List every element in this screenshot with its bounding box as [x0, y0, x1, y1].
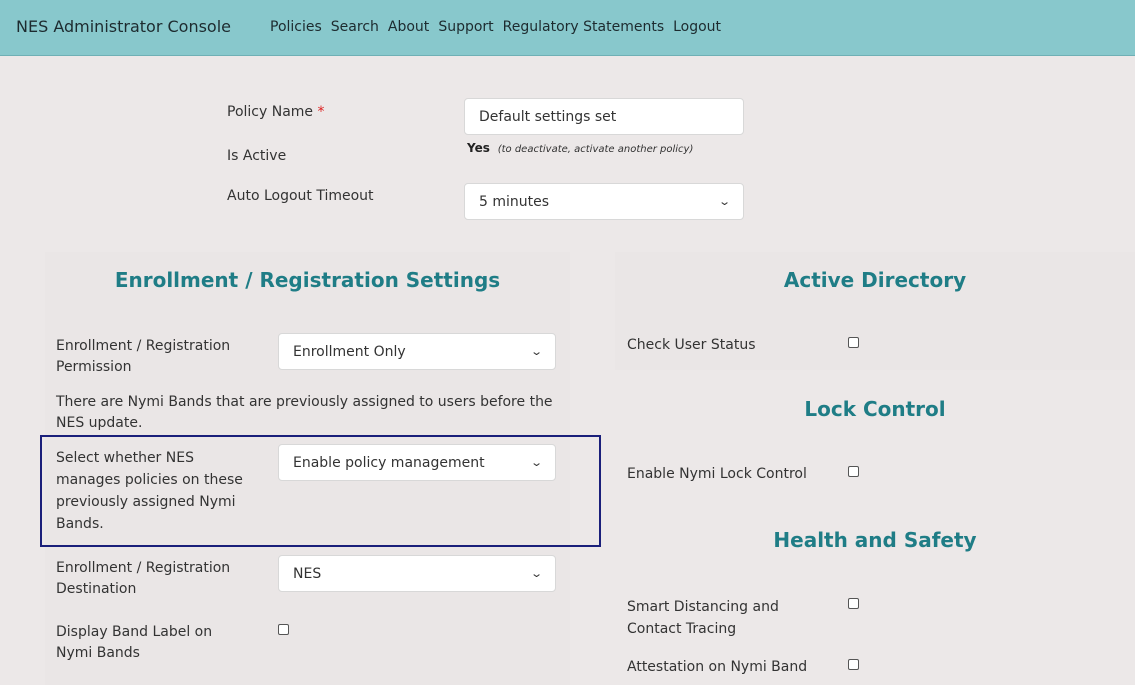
auto-logout-select[interactable]: 5 minutes ⌄	[464, 183, 744, 220]
auto-logout-label: Auto Logout Timeout	[227, 188, 374, 204]
policy-management-label: Select whether NES manages policies on t…	[56, 450, 243, 532]
top-navbar: NES Administrator Console Policies Searc…	[0, 0, 1135, 56]
chevron-down-icon: ⌄	[529, 456, 543, 469]
check-user-status-label: Check User Status	[627, 337, 756, 353]
required-mark: *	[317, 104, 325, 120]
nav-regulatory-statements[interactable]: Regulatory Statements	[503, 19, 664, 35]
nav-support[interactable]: Support	[438, 19, 493, 35]
brand-title[interactable]: NES Administrator Console	[16, 17, 231, 36]
enable-lock-control-checkbox[interactable]	[848, 466, 859, 477]
policy-name-input[interactable]: Default settings set	[464, 98, 744, 135]
attestation-checkbox[interactable]	[848, 659, 859, 670]
health-safety-heading: Health and Safety	[773, 528, 977, 552]
band-label-checkbox[interactable]	[278, 624, 289, 635]
band-label-label: Display Band Label on Nymi Bands	[56, 624, 213, 661]
chevron-down-icon: ⌄	[529, 567, 543, 580]
chevron-down-icon: ⌄	[717, 195, 731, 208]
enrollment-permission-label: Enrollment / Registration Permission	[56, 338, 231, 375]
enrollment-heading: Enrollment / Registration Settings	[114, 268, 501, 292]
check-user-status-checkbox[interactable]	[848, 337, 859, 348]
lock-control-heading: Lock Control	[804, 397, 946, 421]
chevron-down-icon: ⌄	[529, 345, 543, 358]
smart-distancing-checkbox[interactable]	[848, 598, 859, 609]
policy-name-label: Policy Name *	[227, 104, 325, 120]
is-active-note: (to deactivate, activate another policy)	[497, 144, 694, 155]
nav-logout[interactable]: Logout	[673, 19, 721, 35]
nav-about[interactable]: About	[388, 19, 429, 35]
attestation-label: Attestation on Nymi Band	[627, 659, 808, 675]
is-active-label: Is Active	[227, 148, 287, 164]
smart-distancing-label: Smart Distancing and Contact Tracing	[627, 599, 779, 637]
enrollment-permission-select[interactable]: Enrollment Only ⌄	[278, 333, 556, 370]
destination-select[interactable]: NES ⌄	[278, 555, 556, 592]
nav-policies[interactable]: Policies	[270, 19, 322, 35]
nav-search[interactable]: Search	[331, 19, 379, 35]
policy-management-select[interactable]: Enable policy management ⌄	[278, 444, 556, 481]
active-directory-heading: Active Directory	[783, 268, 967, 292]
main-nav: Policies Search About Support Regulatory…	[270, 19, 730, 35]
enable-lock-control-label: Enable Nymi Lock Control	[627, 466, 807, 482]
destination-label: Enrollment / Registration Destination	[56, 560, 231, 597]
is-active-value: Yes (to deactivate, activate another pol…	[467, 141, 694, 155]
enrollment-info-text: There are Nymi Bands that are previously…	[56, 394, 553, 431]
